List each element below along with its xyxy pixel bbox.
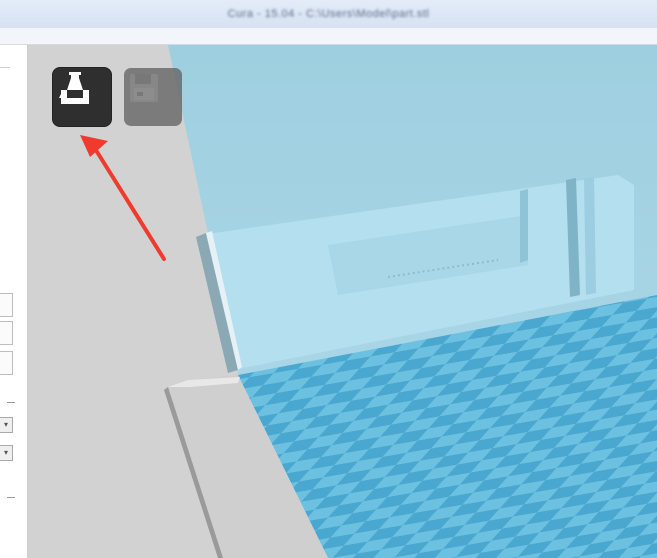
window-title: Cura - 15.04 - C:\Users\Model\part.stl bbox=[227, 8, 430, 20]
save-gcode-button[interactable] bbox=[124, 68, 182, 126]
window-titlebar: Cura - 15.04 - C:\Users\Model\part.stl bbox=[0, 0, 657, 29]
load-model-button[interactable] bbox=[53, 68, 111, 126]
load-model-icon bbox=[59, 72, 89, 104]
panel-divider bbox=[7, 497, 15, 498]
setting-field[interactable] bbox=[0, 351, 13, 375]
save-gcode-icon bbox=[130, 74, 158, 102]
settings-panel: ▾ ▾ bbox=[0, 45, 28, 558]
frame-post bbox=[520, 189, 528, 263]
scene-canvas bbox=[28, 45, 657, 558]
dropdown-arrow[interactable]: ▾ bbox=[0, 417, 13, 433]
frame-post bbox=[584, 177, 596, 295]
menu-bar bbox=[0, 28, 657, 45]
setting-field[interactable] bbox=[0, 321, 13, 345]
setting-field[interactable] bbox=[0, 293, 13, 317]
panel-divider bbox=[0, 67, 10, 68]
panel-divider bbox=[7, 402, 15, 403]
dropdown-arrow[interactable]: ▾ bbox=[0, 445, 13, 461]
3d-viewport[interactable] bbox=[28, 45, 657, 558]
